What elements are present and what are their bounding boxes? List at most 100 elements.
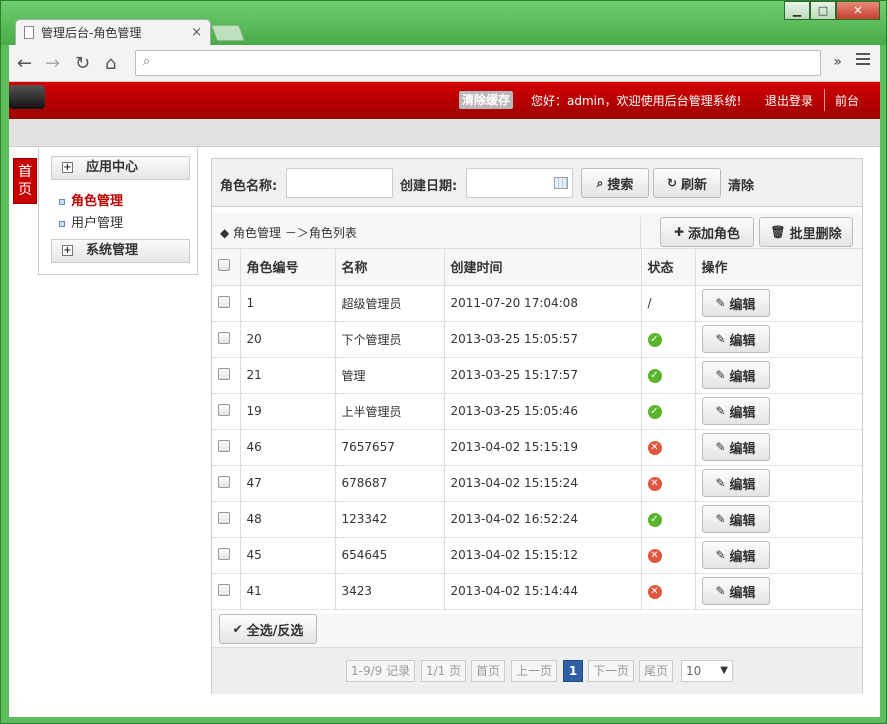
close-window-button[interactable]: ✕ — [836, 1, 880, 20]
edit-button[interactable]: ✎ 编辑 — [701, 469, 770, 497]
row-checkbox[interactable] — [218, 439, 230, 452]
extensions-overflow-icon[interactable]: » — [833, 54, 842, 70]
edit-icon: ✎ — [715, 512, 726, 526]
app-header: 清除缓存 您好：admin，欢迎使用后台管理系统! 退出登录 前台 — [9, 82, 880, 119]
row-checkbox[interactable] — [218, 367, 230, 380]
action-cell: ✎ 编辑 — [695, 537, 862, 574]
current-page[interactable]: 1 — [563, 660, 583, 682]
divider — [640, 217, 641, 249]
edit-button[interactable]: ✎ 编辑 — [701, 289, 770, 317]
reload-icon[interactable]: ↻ — [75, 53, 90, 74]
refresh-button[interactable]: ↻ 刷新 — [653, 168, 721, 198]
edit-button[interactable]: ✎ 编辑 — [701, 541, 770, 569]
role-name-input[interactable] — [286, 168, 393, 198]
status-disabled-icon: ✕ — [647, 549, 662, 563]
status-cell: ✓ — [641, 501, 696, 538]
row-checkbox-cell — [212, 573, 241, 610]
status-disabled-icon: ✕ — [647, 441, 662, 455]
row-checkbox[interactable] — [218, 547, 230, 560]
calendar-icon[interactable] — [554, 177, 568, 189]
next-page-button[interactable]: 下一页 — [588, 660, 635, 682]
role-name-cell: 管理 — [335, 357, 445, 394]
status-enabled-icon: ✓ — [647, 405, 662, 419]
batch-delete-button[interactable]: 🗑 批里删除 — [759, 217, 853, 247]
row-checkbox[interactable] — [218, 583, 230, 596]
status-text: / — [647, 296, 652, 310]
action-cell: ✎ 编辑 — [695, 465, 862, 502]
page-size-select[interactable]: 10 ▼ — [681, 660, 733, 682]
prev-page-button[interactable]: 上一页 — [511, 660, 558, 682]
role-name-cell: 654645 — [335, 537, 445, 574]
table-row: 1 超级管理员 2011-07-20 17:04:08 / ✎ 编辑 — [212, 285, 862, 322]
sidebar-group-app-center[interactable]: + 应用中心 — [51, 156, 190, 180]
minimize-button[interactable]: ▁ — [784, 1, 810, 20]
column-header: 操作 — [695, 249, 862, 286]
home-tab[interactable]: 首页 — [13, 158, 37, 204]
new-tab-button[interactable] — [211, 25, 245, 41]
front-link[interactable]: 前台 — [835, 92, 859, 109]
row-checkbox[interactable] — [218, 475, 230, 488]
sidebar-item-label: 角色管理 — [71, 194, 124, 209]
search-icon: ⌕ — [143, 54, 151, 69]
page-count: 1/1 页 — [421, 660, 467, 682]
address-bar[interactable]: ⌕ — [135, 50, 821, 76]
column-header: 创建时间 — [444, 249, 642, 286]
status-disabled-icon: ✕ — [647, 477, 662, 491]
row-checkbox[interactable] — [218, 331, 230, 344]
created-date-input[interactable] — [466, 168, 573, 198]
edit-button[interactable]: ✎ 编辑 — [701, 361, 770, 389]
edit-button[interactable]: ✎ 编辑 — [701, 505, 770, 533]
chevron-down-icon: ▼ — [720, 665, 728, 676]
sidebar-item-role-management[interactable]: 角色管理 — [59, 190, 123, 209]
home-icon[interactable]: ⌂ — [105, 53, 116, 74]
expand-icon: + — [62, 162, 73, 173]
role-id-cell: 20 — [240, 321, 336, 358]
clear-cache-button[interactable]: 清除缓存 — [459, 91, 514, 109]
select-all-checkbox[interactable] — [218, 258, 230, 271]
row-checkbox[interactable] — [218, 511, 230, 524]
back-icon[interactable]: ← — [17, 53, 32, 74]
created-time-cell: 2011-07-20 17:04:08 — [444, 285, 642, 322]
edit-button[interactable]: ✎ 编辑 — [701, 433, 770, 461]
select-all-toggle-button[interactable]: ✔ 全选/反选 — [219, 614, 317, 644]
edit-button[interactable]: ✎ 编辑 — [701, 577, 770, 605]
role-id-cell: 41 — [240, 573, 336, 610]
menu-icon[interactable] — [856, 53, 870, 68]
pagination: 1-9/9 记录 1/1 页 首页 上一页 1 下一页 尾页 10 ▼ — [212, 647, 862, 694]
browser-toolbar: ← → ↻ ⌂ ⌕ » — [9, 45, 880, 82]
column-header: 名称 — [335, 249, 445, 286]
row-checkbox[interactable] — [218, 295, 230, 308]
table-row: 20 下个管理员 2013-03-25 15:05:57 ✓ ✎ 编辑 — [212, 321, 862, 358]
edit-icon: ✎ — [715, 584, 726, 598]
edit-button[interactable]: ✎ 编辑 — [701, 397, 770, 425]
search-button[interactable]: ⌕ 搜索 — [581, 168, 649, 198]
record-count: 1-9/9 记录 — [346, 660, 416, 682]
tab-close-icon[interactable]: × — [191, 25, 202, 40]
logout-link[interactable]: 退出登录 — [765, 92, 813, 109]
created-time-cell: 2013-04-02 16:52:24 — [444, 501, 642, 538]
created-time-cell: 2013-03-25 15:05:46 — [444, 393, 642, 430]
add-role-button[interactable]: ✚ 添加角色 — [660, 217, 754, 247]
breadcrumb: ◆ 角色管理 －＞角色列表 — [220, 226, 357, 240]
table-row: 48 123342 2013-04-02 16:52:24 ✓ ✎ 编辑 — [212, 501, 862, 538]
action-cell: ✎ 编辑 — [695, 573, 862, 610]
row-checkbox[interactable] — [218, 403, 230, 416]
row-checkbox-cell — [212, 357, 241, 394]
first-page-button[interactable]: 首页 — [471, 660, 506, 682]
browser-tab[interactable]: 管理后台-角色管理 × — [15, 19, 211, 45]
sidebar-item-label: 用户管理 — [71, 216, 124, 231]
role-name-cell: 上半管理员 — [335, 393, 445, 430]
maximize-button[interactable]: □ — [810, 1, 836, 20]
forward-icon[interactable]: → — [45, 53, 60, 74]
clear-link[interactable]: 清除 — [728, 175, 754, 194]
sidebar-group-system[interactable]: + 系统管理 — [51, 239, 190, 263]
created-time-cell: 2013-03-25 15:05:57 — [444, 321, 642, 358]
header-checkbox-cell — [212, 249, 241, 286]
created-date-label: 创建日期: — [400, 179, 458, 194]
action-cell: ✎ 编辑 — [695, 501, 862, 538]
last-page-button[interactable]: 尾页 — [639, 660, 674, 682]
sidebar-item-user-management[interactable]: 用户管理 — [59, 212, 123, 231]
trash-icon: 🗑 — [770, 225, 786, 239]
edit-button[interactable]: ✎ 编辑 — [701, 325, 770, 353]
table-row: 46 7657657 2013-04-02 15:15:19 ✕ ✎ 编辑 — [212, 429, 862, 466]
